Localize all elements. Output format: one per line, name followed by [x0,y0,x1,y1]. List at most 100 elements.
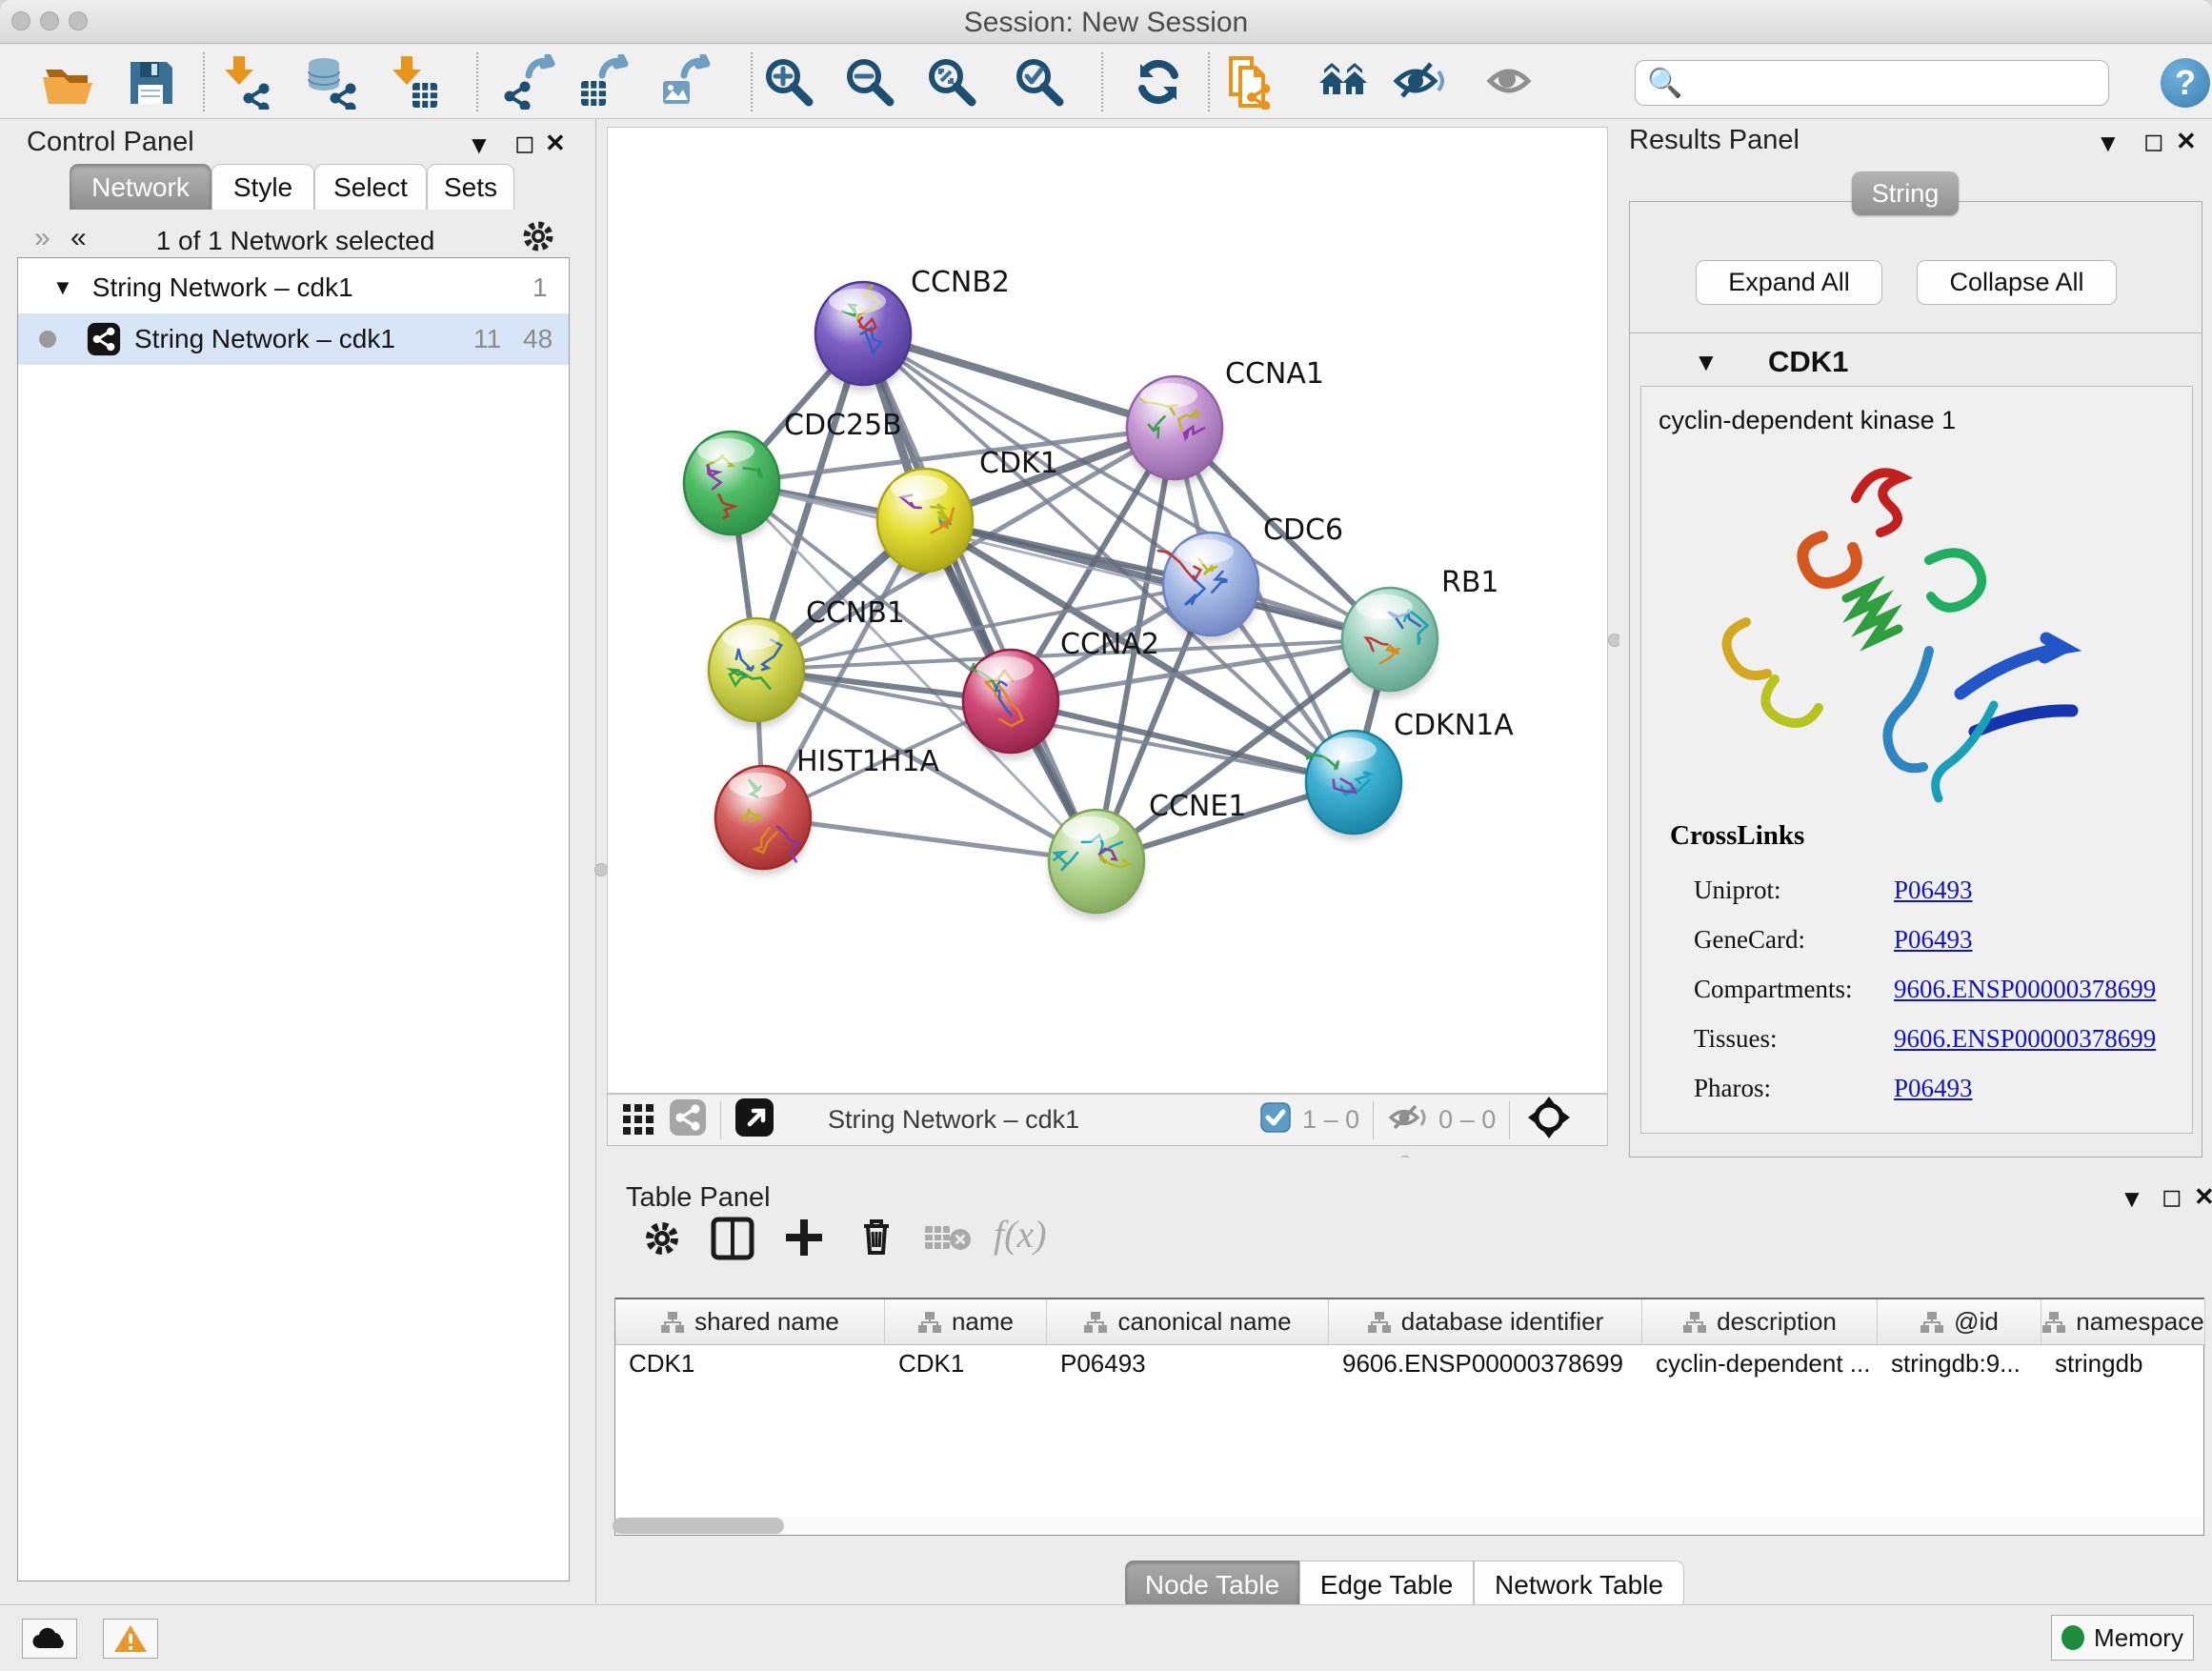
selected-checkbox-icon[interactable] [1260,1102,1291,1137]
tab-sets[interactable]: Sets [427,164,514,210]
crosslink-link[interactable]: P06493 [1894,876,1973,905]
expand-all-tree-icon[interactable]: « [70,222,87,254]
crosslink-link[interactable]: P06493 [1894,1074,1973,1103]
column-header-databaseidentifier[interactable]: database identifier [1329,1299,1642,1345]
tab-string[interactable]: String [1852,171,1959,215]
copy-documents-button[interactable] [1221,54,1277,110]
control-panel-close-icon[interactable]: ✕ [545,129,566,158]
search-input[interactable] [1690,68,2100,99]
tab-edge-table[interactable]: Edge Table [1299,1560,1474,1609]
home-network-button[interactable] [1316,54,1371,110]
collapse-all-tree-icon[interactable]: » [34,222,50,254]
memory-button[interactable]: Memory [2051,1615,2194,1661]
table-cell[interactable]: CDK1 [885,1345,1047,1381]
import-table-button[interactable] [388,54,443,110]
tab-network-table[interactable]: Network Table [1474,1560,1684,1609]
export-network-button[interactable] [502,54,557,110]
help-icon: ? [2175,63,2196,103]
table-cell[interactable]: stringdb [2041,1345,2205,1381]
crosslink-link[interactable]: P06493 [1894,925,1973,955]
zoom-in-button[interactable] [761,54,816,110]
table-panel-close-icon[interactable]: ✕ [2194,1182,2212,1212]
control-panel-float-icon[interactable]: ◻ [514,129,535,158]
column-header-description[interactable]: description [1642,1299,1878,1345]
network-node-RB1[interactable] [1342,588,1438,697]
show-columns-icon[interactable] [710,1216,755,1266]
table-cell[interactable]: CDK1 [615,1345,885,1381]
table-settings-gear-icon[interactable] [641,1218,683,1264]
network-share-icon[interactable] [669,1098,707,1141]
hidden-eye-icon[interactable] [1387,1101,1429,1138]
table-cell[interactable]: 9606.ENSP00000378699 [1329,1345,1642,1381]
results-panel-menu-icon[interactable]: ▼ [2096,129,2121,158]
node-count: 11 [473,324,501,354]
column-header-namespace[interactable]: namespace [2041,1299,2205,1345]
column-header-id[interactable]: @id [1878,1299,2041,1345]
network-node-HIST1H1A[interactable] [715,766,811,876]
zoom-out-button[interactable] [842,54,897,110]
network-node-CCNA2[interactable] [963,650,1058,759]
results-panel-close-icon[interactable]: ✕ [2176,127,2197,156]
hierarchy-icon [1920,1311,1944,1334]
tab-node-table[interactable]: Node Table [1125,1560,1299,1609]
hide-eye-icon [1391,54,1446,110]
network-node-CCNA1[interactable] [1127,376,1222,486]
open-folder-button[interactable] [40,54,95,110]
left-splitter-handle[interactable] [594,863,608,876]
export-image-button[interactable] [657,54,713,110]
network-node-CDC25B[interactable] [684,432,779,541]
column-header-sharedname[interactable]: shared name [615,1299,885,1345]
save-button[interactable] [123,54,178,110]
collapse-all-button[interactable]: Collapse All [1917,260,2117,305]
crosslink-link[interactable]: 9606.ENSP00000378699 [1894,1024,2156,1054]
tree-row[interactable]: String Network – cdk11148 [18,313,569,365]
control-panel-menu-icon[interactable]: ▼ [467,131,492,160]
import-network-icon [220,54,275,110]
hierarchy-icon [1367,1311,1392,1334]
zoom-selected-button[interactable] [1012,54,1067,110]
network-options-gear-icon[interactable] [519,217,557,260]
export-table-button[interactable] [575,54,631,110]
expand-all-button[interactable]: Expand All [1696,260,1882,305]
crosslink-link[interactable]: 9606.ENSP00000378699 [1894,975,2156,1004]
table-cell[interactable]: stringdb:9... [1878,1345,2041,1381]
crosslink-row: GeneCard: P06493 [1694,915,2180,964]
table-cell[interactable]: P06493 [1047,1345,1329,1381]
tab-network[interactable]: Network [70,164,211,210]
tab-select[interactable]: Select [314,164,427,210]
table-panel-float-icon[interactable]: ◻ [2162,1182,2182,1212]
results-panel-float-icon[interactable]: ◻ [2143,127,2164,156]
import-network-button[interactable] [220,54,275,110]
tab-style[interactable]: Style [211,164,314,210]
add-column-icon[interactable] [782,1216,826,1264]
network-node-CDKN1A[interactable] [1306,731,1401,840]
birdseye-crosshair-icon[interactable] [1527,1096,1571,1144]
tree-expander-icon[interactable]: ▼ [52,275,73,300]
gene-section-toggle-icon[interactable]: ▼ [1694,348,1719,377]
help-button[interactable]: ? [2161,58,2210,108]
table-hscrollbar-track[interactable] [616,1517,2202,1534]
column-header-label: shared name [694,1307,839,1337]
table-hscrollbar-thumb[interactable] [613,1518,784,1534]
column-header-name[interactable]: name [885,1299,1047,1345]
network-node-CCNB2[interactable] [815,282,911,392]
show-eye-button[interactable] [1484,54,1539,110]
column-header-canonicalname[interactable]: canonical name [1047,1299,1329,1345]
warnings-button[interactable] [103,1619,158,1659]
delete-column-trash-icon[interactable] [855,1215,898,1263]
refresh-button[interactable] [1131,54,1186,110]
cloud-button[interactable] [22,1619,77,1659]
grid-view-icon[interactable] [621,1100,655,1139]
network-node-CDK1[interactable] [877,469,973,578]
network-node-CDC6[interactable] [1158,533,1258,642]
table-cell[interactable]: cyclin-dependent ... [1642,1345,1878,1381]
network-node-CCNE1[interactable] [1049,810,1144,919]
zoom-fit-button[interactable] [924,54,979,110]
import-database-icon [303,54,358,110]
tree-row[interactable]: ▼String Network – cdk11 [18,262,569,313]
open-network-view-icon[interactable] [734,1097,774,1142]
network-canvas[interactable]: CCNB2CCNA1CDC25BCDK1CDC6RB1CCNB1CCNA2CDK… [607,127,1608,1094]
import-database-button[interactable] [303,54,358,110]
hide-eye-button[interactable] [1391,54,1446,110]
network-node-CCNB1[interactable] [709,618,804,728]
